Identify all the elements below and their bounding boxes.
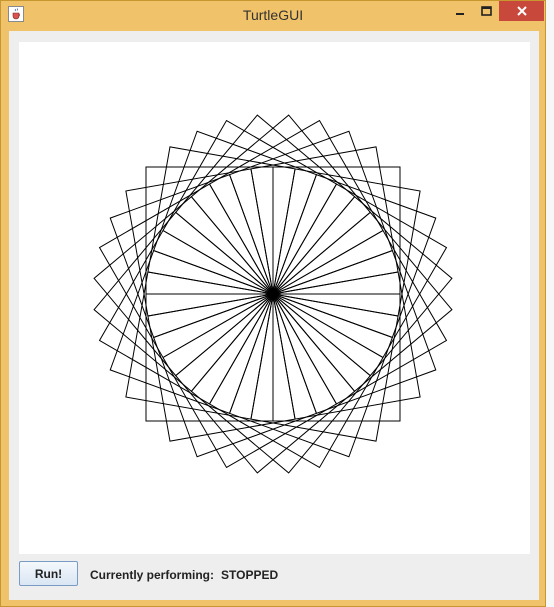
turtle-square-path [175, 293, 356, 474]
turtle-drawing [93, 114, 453, 474]
turtle-square-path [162, 293, 338, 469]
turtle-square-path [162, 119, 338, 295]
turtle-square-path [272, 229, 448, 405]
turtle-square-path [153, 130, 318, 295]
turtle-square-path [190, 293, 371, 474]
maximize-icon [480, 6, 492, 16]
turtle-square-path [109, 249, 274, 414]
maximize-button[interactable] [473, 1, 499, 21]
turtle-square-path [109, 174, 274, 339]
minimize-icon [456, 13, 464, 15]
turtle-square-path [153, 293, 318, 458]
turtle-square-path [93, 196, 274, 377]
turtle-square-path [228, 130, 393, 295]
turtle-square-path [208, 119, 384, 295]
close-button[interactable] [499, 1, 544, 21]
turtle-square-path [93, 211, 274, 392]
title-bar[interactable]: TurtleGUI [1, 1, 545, 29]
turtle-square-path [228, 293, 393, 458]
status-label: Currently performing: [90, 568, 215, 582]
status-value: STOPPED [221, 568, 279, 582]
close-icon [516, 6, 527, 16]
turtle-square-path [208, 293, 384, 469]
turtle-position-marker [269, 290, 277, 298]
turtle-square-path [272, 183, 448, 359]
turtle-square-path [272, 196, 453, 377]
turtle-square-path [272, 211, 453, 392]
turtle-square-path [272, 174, 437, 339]
turtle-canvas [19, 42, 530, 554]
turtle-square-path [175, 114, 356, 295]
run-button[interactable]: Run! [19, 561, 78, 586]
turtle-square-path [98, 229, 274, 405]
turtlegui-window: TurtleGUI Run! Currently performing: STO… [0, 0, 546, 607]
desktop-background [546, 0, 554, 607]
turtle-square-path [272, 249, 437, 414]
turtle-square-path [98, 183, 274, 359]
turtle-square-path [190, 114, 371, 295]
minimize-button[interactable] [447, 1, 473, 21]
content-pane: Run! Currently performing: STOPPED [9, 31, 539, 600]
